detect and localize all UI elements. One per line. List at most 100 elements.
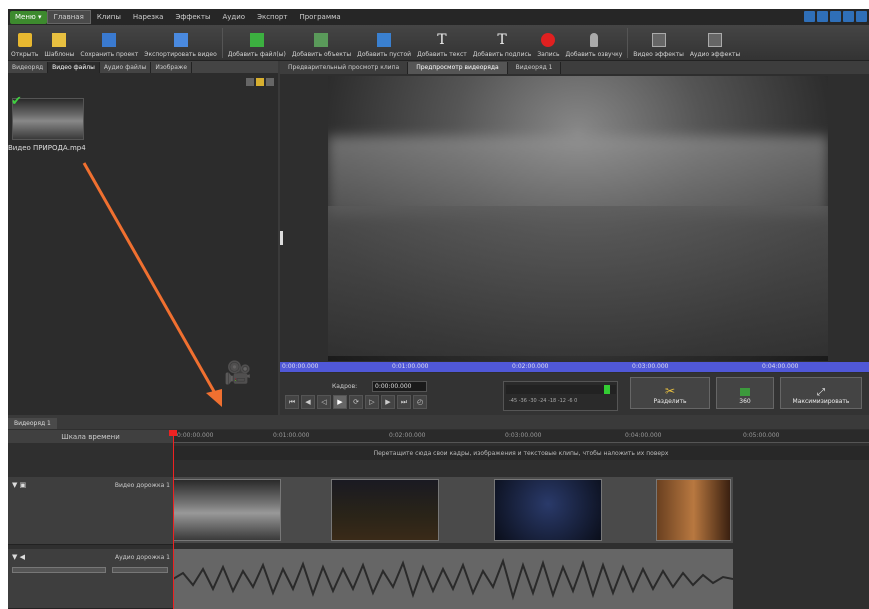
timecode-field[interactable]: 0:00:00.000 [372,381,427,392]
add-caption-button[interactable]: T Добавить подпись [470,25,535,61]
microphone-icon [589,33,598,47]
timeline-ruler[interactable]: 0:00:00.000 0:01:00.000 0:02:00.000 0:03… [173,430,869,443]
open-button[interactable]: Открыть [8,25,41,61]
media-thumbnail[interactable] [12,98,84,140]
maximize-icon: ⤢ [817,387,825,398]
vu-bar [506,385,616,394]
grid-view-icon[interactable] [256,78,264,86]
menu-item-audio[interactable]: Аудио [216,10,251,24]
twitter-icon[interactable] [830,11,841,22]
save-project-button[interactable]: Сохранить проект [77,25,141,61]
add-objects-button[interactable]: Добавить объекты [289,25,354,61]
video-clip[interactable] [656,479,731,541]
add-blank-button[interactable]: Добавить пустой [354,25,414,61]
tick-label: 0:03:00.000 [505,432,542,439]
expand-icon[interactable]: ▼ ◀ [12,553,25,561]
speed-icon[interactable]: ◴ [413,395,427,409]
expand-icon[interactable]: ▼ ▣ [12,481,26,489]
tab-sequence-1[interactable]: Видеоряд 1 [508,61,562,74]
menu-item-program[interactable]: Программа [293,10,346,24]
ruler-label: 0:02:00.000 [512,363,549,370]
transport-buttons: ⏮ ◀ ◁ ▶ ⟳ ▷ ▶ ⏭ ◴ [285,395,427,409]
vr360-button[interactable]: 360 [716,377,774,409]
audio-clip[interactable] [173,549,733,609]
video-effects-button[interactable]: Видео эффекты [630,25,687,61]
timescale-dropdown[interactable]: Шкала времени [8,430,173,443]
like-icon[interactable] [804,11,815,22]
step-forward-icon[interactable]: ▷ [365,395,379,409]
save-icon [102,33,117,47]
playhead-marker[interactable] [169,430,177,436]
preview-ruler[interactable]: 0:00:00.000 0:01:00.000 0:02:00.000 0:03… [280,362,869,372]
preview-ground-layer [328,206,828,356]
video-clip[interactable] [494,479,602,541]
tab-clip-preview[interactable]: Предварительный просмотр клипа [280,61,409,74]
menu-item-home[interactable]: Главная [46,10,91,24]
toolbar: Открыть Шаблоны Сохранить проект Экспорт… [8,25,869,61]
facebook-icon[interactable] [817,11,828,22]
maximize-button[interactable]: ⤢ Максимизировать [780,377,862,409]
go-end-icon[interactable]: ⏭ [397,395,411,409]
tab-audio-files[interactable]: Аудио файлы [100,61,152,73]
tick-label: 0:01:00.000 [273,432,310,439]
menu-item-effects[interactable]: Эффекты [169,10,216,24]
video-clip[interactable] [331,479,439,541]
tick-label: 0:05:00.000 [743,432,780,439]
add-files-button[interactable]: Добавить файл(ы) [225,25,289,61]
preview-fog-layer [328,136,828,216]
next-frame-icon[interactable]: ▶ [381,395,395,409]
toolbar-separator [627,28,629,58]
menu-item-export[interactable]: Экспорт [251,10,293,24]
tab-images[interactable]: Изображе [151,61,193,73]
add-text-button[interactable]: T Добавить текст [414,25,470,61]
video-track-label: Видео дорожка 1 [114,482,170,489]
templates-button[interactable]: Шаблоны [41,25,77,61]
media-tabs: Видеоряд Видео файлы Аудио файлы Изображ… [8,61,278,73]
video-clip[interactable] [173,479,281,541]
ruler-label: 0:04:00.000 [762,363,799,370]
ruler-label: 0:00:00.000 [282,363,319,370]
audio-effects-button[interactable]: Аудио эффекты [687,25,743,61]
menu-item-clips[interactable]: Клипы [91,10,127,24]
step-back-icon[interactable]: ◁ [317,395,331,409]
add-objects-icon [314,33,329,47]
tick-label: 0:00:00.000 [177,432,214,439]
linkedin-icon[interactable] [843,11,854,22]
ruler-label: 0:01:00.000 [392,363,429,370]
tick-label: 0:02:00.000 [389,432,426,439]
main-menu-button[interactable]: Меню ▾ [10,10,47,24]
split-button[interactable]: ✂ Разделить [630,377,710,409]
frames-label: Кадров: [332,383,358,390]
loop-icon[interactable]: ⟳ [349,395,363,409]
toolbar-separator [221,28,223,58]
record-button[interactable]: Запись [534,25,562,61]
audio-level-meter: -45 -36 -30 -24 -18 -12 -6 0 [503,381,618,411]
vu-peak [604,385,610,394]
detail-view-icon[interactable] [266,78,274,86]
play-icon[interactable]: ▶ [333,395,347,409]
video-preview[interactable] [328,76,828,361]
templates-icon [52,33,67,47]
tab-timeline[interactable]: Видеоряд [8,61,49,73]
menu-item-cut[interactable]: Нарезка [127,10,170,24]
timeline-tabs: Видеоряд 1 [8,417,869,429]
volume-slider[interactable] [12,567,106,573]
audio-fx-icon [708,33,723,47]
add-voiceover-button[interactable]: Добавить озвучку [563,25,626,61]
tab-sequence-preview[interactable]: Предпросмотр видеоряда [408,61,508,74]
go-start-icon[interactable]: ⏮ [285,395,299,409]
tab-video-files[interactable]: Видео файлы [48,61,100,73]
prev-frame-icon[interactable]: ◀ [301,395,315,409]
add-blank-icon [377,33,392,47]
playhead[interactable] [173,430,174,609]
export-video-button[interactable]: Экспортировать видео [141,25,220,61]
check-icon: ✔ [11,94,22,109]
pan-slider[interactable] [112,567,168,573]
add-files-icon [249,33,264,47]
panel-resize-handle[interactable] [280,231,283,245]
audio-track-label: Аудио дорожка 1 [114,554,170,561]
media-file-name: Видео ПРИРОДА.mp4 [8,144,86,152]
list-view-icon[interactable] [246,78,254,86]
tab-timeline-1[interactable]: Видеоряд 1 [8,417,57,429]
help-icon[interactable] [856,11,867,22]
